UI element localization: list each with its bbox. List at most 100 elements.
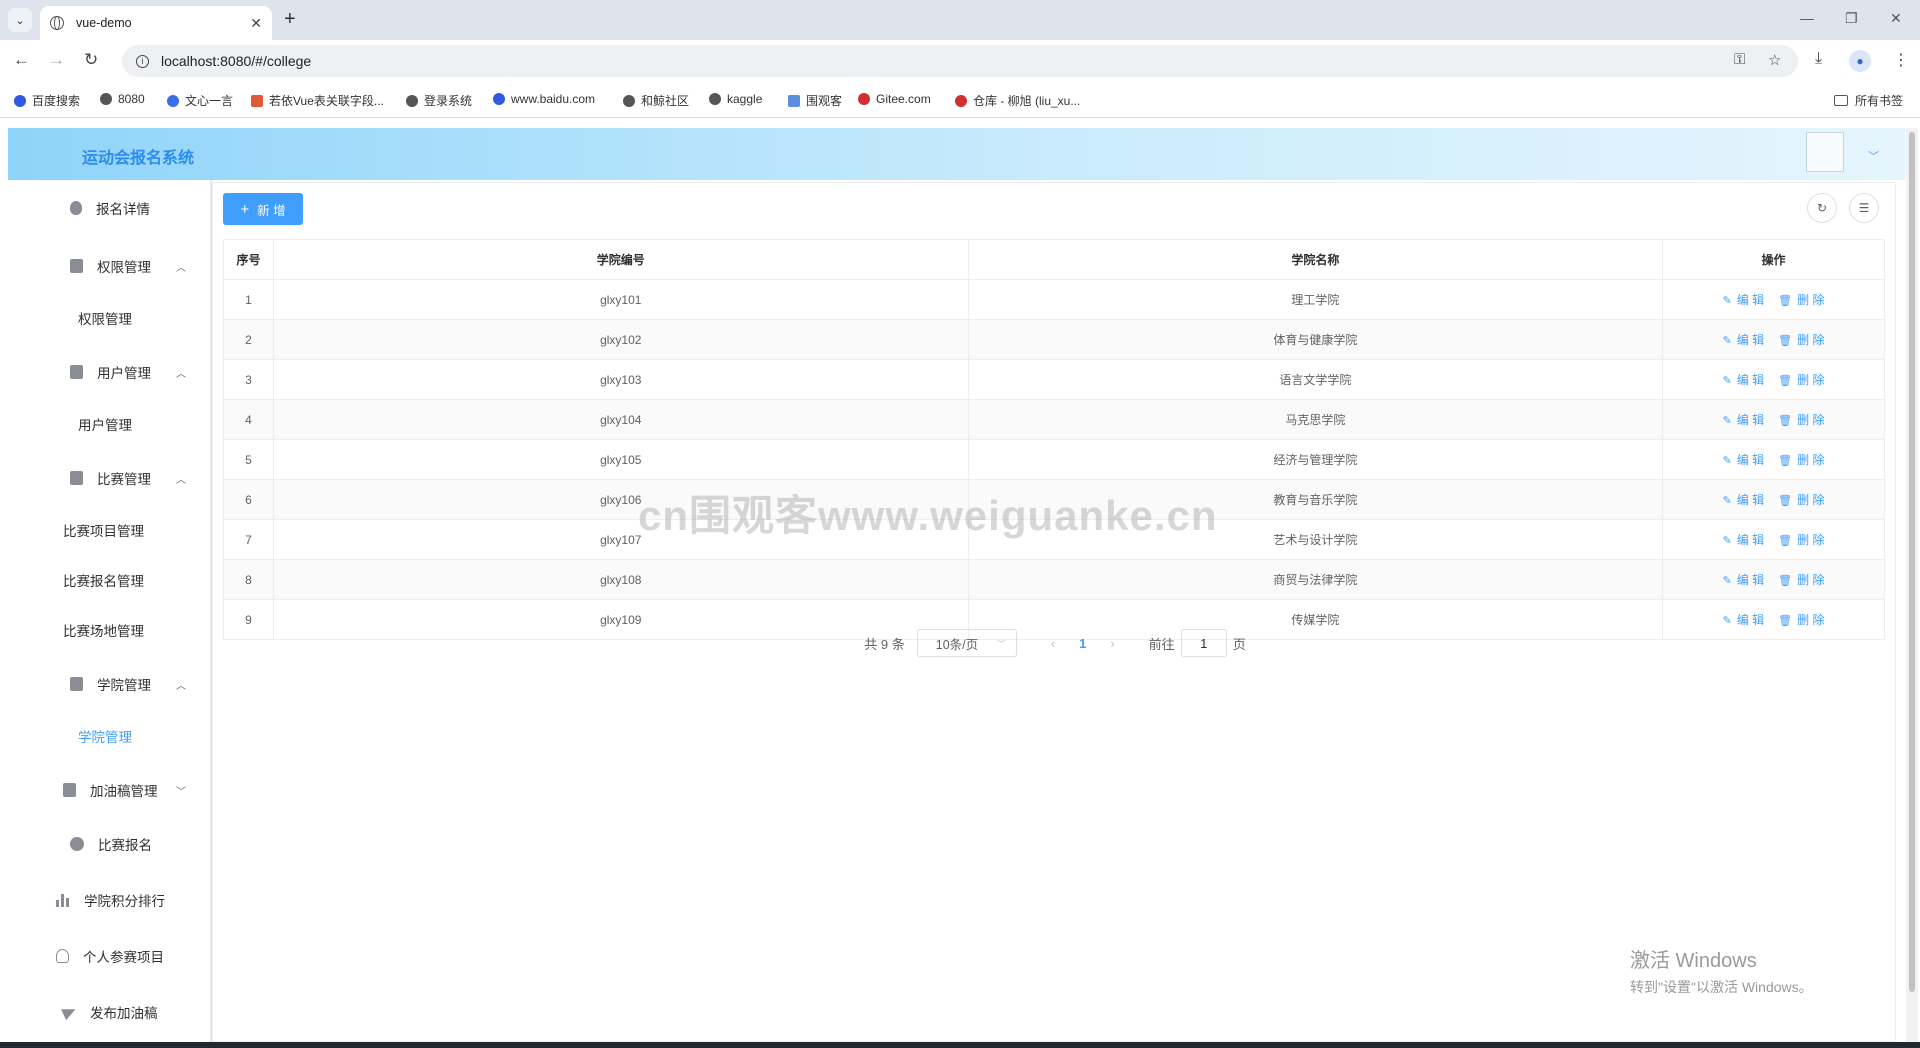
delete-button[interactable]: 🗑 删 除: [1778, 613, 1824, 627]
edit-button[interactable]: ✎ 编 辑: [1723, 373, 1765, 387]
delete-button[interactable]: 🗑 删 除: [1778, 533, 1824, 547]
minimize-icon[interactable]: —: [1800, 10, 1814, 26]
edit-button[interactable]: ✎ 编 辑: [1723, 573, 1765, 587]
restore-icon[interactable]: ❐: [1845, 10, 1858, 27]
user-avatar[interactable]: [1806, 132, 1844, 172]
tab-search-icon[interactable]: ⌄: [8, 8, 32, 32]
bookmark-item[interactable]: 仓库 - 柳旭 (liu_xu...: [955, 92, 1080, 109]
bookmark-item[interactable]: 8080: [100, 92, 145, 106]
edit-button[interactable]: ✎ 编 辑: [1723, 453, 1765, 467]
bookmark-item[interactable]: kaggle: [709, 92, 762, 106]
page-number[interactable]: 1: [1079, 636, 1086, 651]
sidebar-item-cheer-manage[interactable]: 加油稿管理 ﹀: [8, 770, 208, 810]
edit-button[interactable]: ✎ 编 辑: [1723, 333, 1765, 347]
delete-button[interactable]: 🗑 删 除: [1778, 493, 1824, 507]
sidebar-subitem-label: 比赛报名管理: [63, 574, 144, 589]
site-info-icon[interactable]: i: [136, 54, 149, 68]
more-menu-icon[interactable]: ⋮: [1893, 50, 1909, 70]
delete-label: 删 除: [1797, 333, 1825, 347]
bookmark-item[interactable]: 若依Vue表关联字段...: [251, 92, 384, 109]
profile-avatar-icon[interactable]: ●: [1849, 50, 1871, 72]
delete-label: 删 除: [1797, 573, 1825, 587]
trash-icon: 🗑: [1778, 535, 1793, 547]
sidebar-item-permission[interactable]: 权限管理 ︿: [8, 246, 208, 286]
sidebar-item-college-ranking[interactable]: 学院积分排行: [8, 880, 208, 920]
bookmark-item[interactable]: 百度搜索: [14, 92, 80, 109]
filter-icon: ☰: [1858, 201, 1870, 215]
refresh-button[interactable]: ↻: [1807, 193, 1837, 223]
bookmark-label: 仓库 - 柳旭 (liu_xu...: [973, 94, 1081, 108]
delete-button[interactable]: 🗑 删 除: [1778, 413, 1824, 427]
sidebar-item-signup-detail[interactable]: 报名详情: [8, 188, 208, 228]
sidebar-item-user[interactable]: 用户管理 ︿: [8, 352, 208, 392]
sidebar-item-college[interactable]: 学院管理 ︿: [8, 664, 208, 704]
bookmark-star-icon[interactable]: ☆: [1768, 51, 1781, 69]
browser-tab[interactable]: vue-demo ✕: [40, 6, 272, 40]
sidebar-item-competition-signup[interactable]: 比赛报名: [8, 824, 208, 864]
goto-page-input[interactable]: 1: [1180, 629, 1227, 657]
close-window-icon[interactable]: ✕: [1890, 10, 1902, 27]
forward-icon[interactable]: →: [48, 50, 65, 70]
sidebar-subitem-permission[interactable]: 权限管理: [8, 298, 208, 338]
new-tab-button[interactable]: +: [284, 9, 296, 29]
cell-name: 商贸与法律学院: [967, 559, 1664, 600]
sidebar-subitem-competition-venue[interactable]: 比赛场地管理: [8, 610, 208, 650]
edit-button[interactable]: ✎ 编 辑: [1723, 493, 1765, 507]
plus-circle-icon: [70, 837, 84, 851]
close-tab-icon[interactable]: ✕: [250, 15, 262, 32]
edit-button[interactable]: ✎ 编 辑: [1723, 293, 1765, 307]
prev-page-icon[interactable]: ‹: [1051, 636, 1055, 651]
table-row: 3 glxy103 语言文学学院 ✎ 编 辑 🗑 删 除: [223, 359, 1885, 400]
next-page-icon[interactable]: ›: [1110, 636, 1114, 651]
cell-actions: ✎ 编 辑 🗑 删 除: [1662, 279, 1885, 320]
bookmark-label: 百度搜索: [32, 94, 81, 108]
sidebar-item-personal-projects[interactable]: 个人参赛项目: [8, 936, 208, 976]
sidebar-subitem-user[interactable]: 用户管理: [8, 404, 208, 444]
back-icon[interactable]: ←: [13, 50, 30, 70]
delete-button[interactable]: 🗑 删 除: [1778, 453, 1824, 467]
delete-button[interactable]: 🗑 删 除: [1778, 373, 1824, 387]
add-button[interactable]: + 新 增: [223, 193, 303, 225]
refresh-icon: ↻: [1816, 201, 1828, 215]
cell-index: 1: [223, 279, 274, 320]
column-settings-button[interactable]: ☰: [1849, 193, 1879, 223]
sidebar-item-publish-cheer[interactable]: 发布加油稿: [8, 992, 208, 1032]
bookmark-item[interactable]: www.baidu.com: [493, 92, 595, 106]
sidebar-subitem-competition-project[interactable]: 比赛项目管理: [8, 510, 208, 550]
bookmark-item[interactable]: 文心一言: [167, 92, 233, 109]
chevron-up-icon: ︿: [176, 474, 186, 486]
download-icon[interactable]: ⤓: [1815, 50, 1822, 68]
sidebar-subitem-college[interactable]: 学院管理: [8, 716, 208, 756]
bookmark-item[interactable]: 和鲸社区: [623, 92, 689, 109]
page-scrollbar[interactable]: [1906, 128, 1918, 1042]
edit-label: 编 辑: [1736, 493, 1765, 507]
page-size-select[interactable]: 10条/页 ﹀: [916, 629, 1017, 657]
address-bar[interactable]: i localhost:8080/#/college: [122, 45, 1798, 77]
gitee-icon: [858, 93, 870, 105]
delete-button[interactable]: 🗑 删 除: [1778, 293, 1824, 307]
bookmark-item[interactable]: 围观客: [788, 92, 842, 109]
edit-button[interactable]: ✎ 编 辑: [1723, 533, 1765, 547]
delete-button[interactable]: 🗑 删 除: [1778, 333, 1824, 347]
bookmark-item[interactable]: Gitee.com: [858, 92, 931, 106]
trash-icon: 🗑: [1778, 295, 1793, 307]
bookmark-item[interactable]: 登录系统: [406, 92, 472, 109]
sidebar-subitem-competition-signup[interactable]: 比赛报名管理: [8, 560, 208, 600]
sidebar-item-label: 学院积分排行: [84, 894, 165, 909]
delete-button[interactable]: 🗑 删 除: [1778, 573, 1824, 587]
sidebar-item-label: 加油稿管理: [90, 784, 158, 799]
clipboard-icon: [63, 783, 76, 797]
password-key-icon[interactable]: ⚿: [1734, 51, 1745, 68]
reload-icon[interactable]: ↻: [84, 50, 98, 70]
edit-button[interactable]: ✎ 编 辑: [1723, 413, 1765, 427]
all-bookmarks[interactable]: 所有书签: [1834, 92, 1903, 109]
chevron-down-icon[interactable]: ﹀: [1868, 148, 1879, 164]
sidebar-item-competition[interactable]: 比赛管理 ︿: [8, 458, 208, 498]
edit-icon: ✎: [1722, 375, 1732, 387]
edit-button[interactable]: ✎ 编 辑: [1723, 613, 1765, 627]
baidu-icon: [493, 93, 505, 105]
page-size-value: 10条/页: [935, 637, 979, 652]
scrollbar-thumb[interactable]: [1909, 132, 1915, 992]
activation-hint: 转到"设置"以激活 Windows。: [1630, 979, 1813, 995]
cell-index: 3: [223, 359, 274, 400]
